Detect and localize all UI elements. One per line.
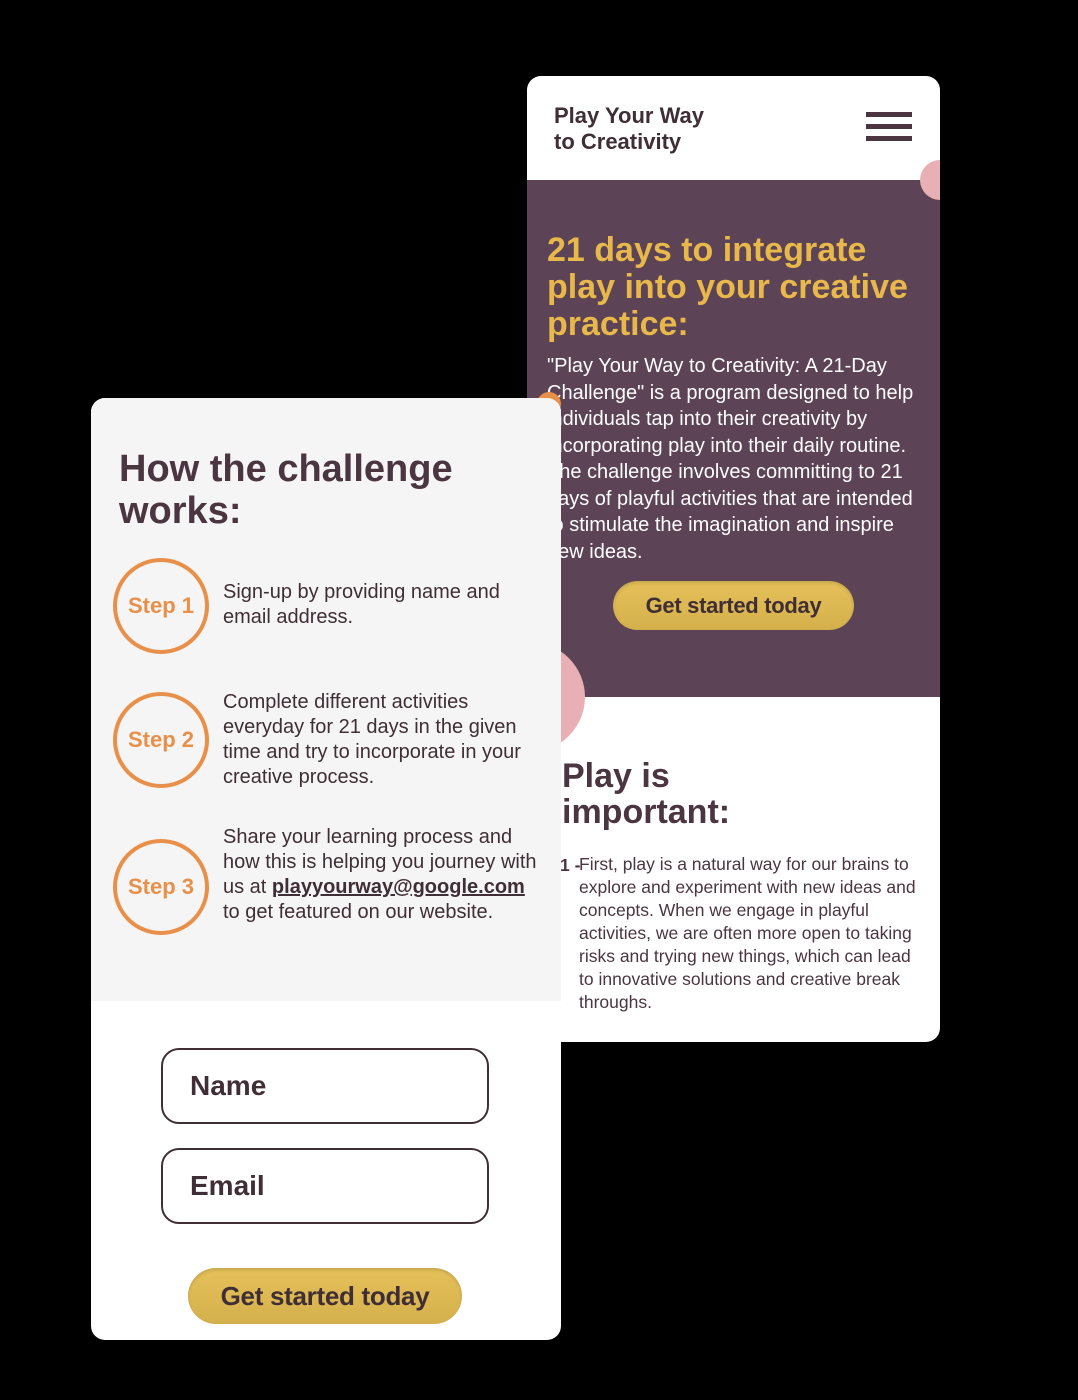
step-1-text: Sign-up by providing name and email addr… <box>223 581 500 628</box>
how-it-works-section: How the challenge works: Step 1 Sign-up … <box>91 398 561 1001</box>
email-link[interactable]: playyourway@google.com <box>272 876 525 898</box>
step-2-text: Complete different activities everyday f… <box>223 691 521 788</box>
get-started-button[interactable]: Get started today <box>188 1268 462 1324</box>
step-3-text: Share your learning process and how this… <box>223 825 538 925</box>
landing-page-mobile: Play Your Way to Creativity 21 days to in… <box>527 76 940 1042</box>
site-title[interactable]: Play Your Way to Creativity <box>554 103 704 155</box>
hamburger-menu-icon[interactable] <box>866 112 912 142</box>
step-1-badge: Step 1 <box>113 558 209 654</box>
step-3-text-after: to get featured on our website. <box>223 901 494 923</box>
list-item-text: First, play is a natural way for our bra… <box>579 854 916 1012</box>
step-3-badge: Step 3 <box>113 839 209 935</box>
get-started-button[interactable]: Get started today <box>613 581 854 630</box>
email-input[interactable]: Email <box>161 1148 489 1224</box>
hero-section: 21 days to integrate play into your crea… <box>527 180 940 697</box>
step-2-badge: Step 2 <box>113 692 209 788</box>
name-input[interactable]: Name <box>161 1048 489 1124</box>
site-title-line: to Creativity <box>554 129 682 154</box>
play-important-heading: Play is important: <box>562 757 731 831</box>
how-heading: How the challenge works: <box>119 448 453 532</box>
list-number: 1 - <box>560 855 581 875</box>
challenge-signup-page: How the challenge works: Step 1 Sign-up … <box>91 398 561 1340</box>
hero-paragraph: "Play Your Way to Creativity: A 21-Day C… <box>547 355 914 563</box>
hero-heading: 21 days to integrate play into your crea… <box>547 231 908 343</box>
site-title-line: Play Your Way <box>554 103 704 128</box>
